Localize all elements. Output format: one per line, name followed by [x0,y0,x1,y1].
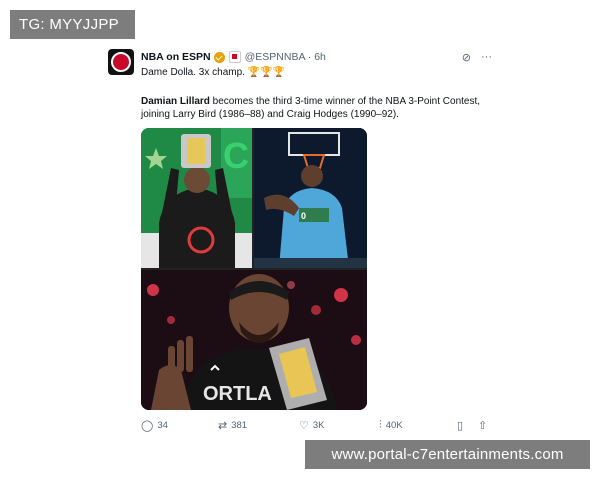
views-icon: ⫶ [379,419,382,431]
bookmark-button[interactable]: ▯ [457,419,467,432]
media-photo-3[interactable]: ORTLA [141,270,367,410]
tweet-actions-bar: ◯ 34 ⇄ 381 ♡ 3K ⫶ 40K ▯ ⇧ [141,419,491,433]
mention-name: Damian Lillard [141,96,210,107]
like-count: 3K [312,420,325,431]
author-handle-time[interactable]: @ESPNNBA · 6h [245,51,326,63]
jersey-text: ORTLA [203,383,272,405]
media-photo-2[interactable]: 0 [254,128,367,268]
views-count: 40K [385,420,403,431]
retweet-button[interactable]: ⇄ 381 [218,419,247,432]
tweet-line1-text: Dame Dolla. 3x champ. [141,67,245,78]
tweet-header: NBA on ESPN @ESPNNBA · 6h ⊘ ··· [141,49,492,65]
share-icon: ⇧ [478,420,488,432]
tweet-card[interactable]: NBA on ESPN @ESPNNBA · 6h ⊘ ··· Dame Dol… [100,40,500,440]
svg-text:0: 0 [301,211,306,221]
reply-button[interactable]: ◯ 34 [141,419,168,432]
heart-icon: ♡ [299,420,309,432]
tweet-text-body: Damian Lillard becomes the third 3-time … [141,95,481,121]
like-button[interactable]: ♡ 3K [299,419,325,432]
telegram-tag-overlay: TG: MYYJJPP [10,10,135,39]
svg-text:C: C [223,135,249,176]
retweet-icon: ⇄ [218,420,228,432]
tweet-media-grid[interactable]: C 0 ORTLA [141,128,367,410]
more-icon[interactable]: ··· [481,51,492,63]
affiliate-badge-icon [228,51,241,63]
author-name[interactable]: NBA on ESPN [141,51,211,63]
bookmark-icon: ▯ [457,420,464,432]
tweet-text-line1: Dame Dolla. 3x champ. 🏆🏆🏆 [141,67,285,78]
trophy-emojis: 🏆🏆🏆 [247,67,286,78]
nba-espn-logo-icon[interactable] [108,49,134,75]
share-button[interactable]: ⇧ [478,419,491,432]
verified-badge-icon [213,51,225,63]
reply-icon: ◯ [141,420,154,432]
views-button[interactable]: ⫶ 40K [379,419,403,432]
reply-count: 34 [157,420,168,431]
media-photo-1[interactable]: C [141,128,252,268]
retweet-count: 381 [231,420,248,431]
grok-icon[interactable]: ⊘ [462,51,471,64]
website-watermark: www.portal-c7entertainments.com [305,440,590,469]
